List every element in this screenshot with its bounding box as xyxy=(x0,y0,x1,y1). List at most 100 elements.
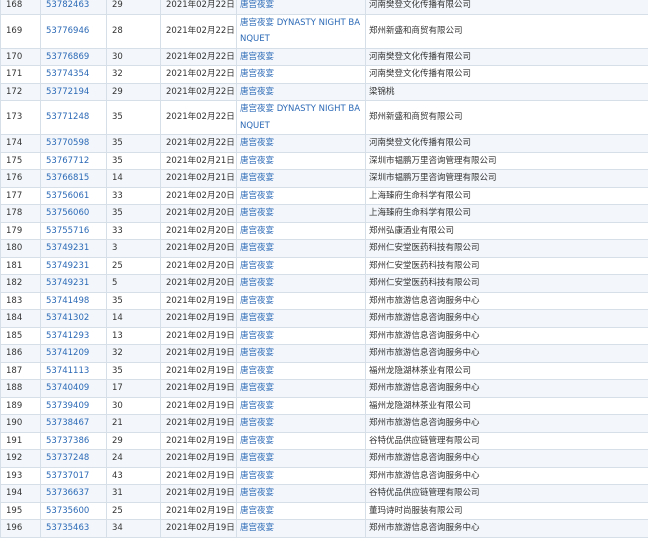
class-number: 32 xyxy=(106,344,161,363)
trademark-name-link[interactable]: 唐宫夜宴 xyxy=(236,221,366,240)
registration-number-link[interactable]: 53770598 xyxy=(40,134,107,153)
registration-number-link[interactable]: 53756061 xyxy=(40,186,107,205)
registration-number-link[interactable]: 53735463 xyxy=(40,519,107,538)
applicant-name: 河南樊登文化传播有限公司 xyxy=(365,134,648,153)
table-row: 182 53749231 5 2021年02月20日 唐宫夜宴 郑州仁安堂医药科技有限公司 xyxy=(0,274,648,293)
registration-number-link[interactable]: 53738467 xyxy=(40,414,107,433)
table-row: 191 53737386 29 2021年02月19日 唐宫夜宴 谷特优品供应链管理有限公… xyxy=(0,431,648,450)
table-row: 181 53749231 25 2021年02月20日 唐宫夜宴 郑州仁安堂医药科技有限公… xyxy=(0,256,648,275)
trademark-name-link[interactable]: 唐宫夜宴 xyxy=(236,0,366,15)
trademark-name-link[interactable]: 唐宫夜宴 xyxy=(236,326,366,345)
trademark-table: 168 53782463 29 2021年02月22日 唐宫夜宴 河南樊登文化传播有限公司… xyxy=(0,0,648,538)
registration-number-link[interactable]: 53741498 xyxy=(40,291,107,310)
table-row: 193 53737017 43 2021年02月19日 唐宫夜宴 郑州市旅游信息咨询服务中… xyxy=(0,466,648,485)
table-row: 186 53741209 32 2021年02月19日 唐宫夜宴 郑州市旅游信息咨询服务中… xyxy=(0,344,648,363)
trademark-name-link[interactable]: 唐宫夜宴 xyxy=(236,134,366,153)
trademark-name-link[interactable]: 唐宫夜宴 xyxy=(236,169,366,188)
class-number: 35 xyxy=(106,100,161,135)
trademark-name-link[interactable]: 唐宫夜宴 xyxy=(236,361,366,380)
registration-number-link[interactable]: 53755716 xyxy=(40,221,107,240)
registration-number-link[interactable]: 53741293 xyxy=(40,326,107,345)
class-number: 35 xyxy=(106,134,161,153)
applicant-name: 深圳市韫鹏万里咨询管理有限公司 xyxy=(365,169,648,188)
trademark-name-link[interactable]: 唐宫夜宴 xyxy=(236,519,366,538)
row-index: 174 xyxy=(0,134,41,153)
trademark-name-link[interactable]: 唐宫夜宴 xyxy=(236,82,366,101)
table-row: 195 53735600 25 2021年02月19日 唐宫夜宴 董玛诗时尚服装有限公司 xyxy=(0,501,648,520)
table-row: 185 53741293 13 2021年02月19日 唐宫夜宴 郑州市旅游信息咨询服务中… xyxy=(0,326,648,345)
application-date: 2021年02月20日 xyxy=(160,186,237,205)
registration-number-link[interactable]: 53766815 xyxy=(40,169,107,188)
registration-number-link[interactable]: 53771248 xyxy=(40,100,107,135)
registration-number-link[interactable]: 53776869 xyxy=(40,47,107,66)
trademark-name-link[interactable]: 唐宫夜宴 DYNASTY NIGHT BANQUET xyxy=(236,13,366,49)
registration-number-link[interactable]: 53749231 xyxy=(40,256,107,275)
class-number: 28 xyxy=(106,13,161,49)
registration-number-link[interactable]: 53737386 xyxy=(40,431,107,450)
registration-number-link[interactable]: 53756060 xyxy=(40,204,107,223)
registration-number-link[interactable]: 53774354 xyxy=(40,65,107,84)
trademark-name-link[interactable]: 唐宫夜宴 xyxy=(236,186,366,205)
class-number: 25 xyxy=(106,256,161,275)
trademark-name-link[interactable]: 唐宫夜宴 xyxy=(236,414,366,433)
application-date: 2021年02月19日 xyxy=(160,484,237,503)
class-number: 43 xyxy=(106,466,161,485)
row-index: 184 xyxy=(0,309,41,328)
application-date: 2021年02月22日 xyxy=(160,0,237,15)
registration-number-link[interactable]: 53739409 xyxy=(40,396,107,415)
registration-number-link[interactable]: 53772194 xyxy=(40,82,107,101)
row-index: 178 xyxy=(0,204,41,223)
trademark-name-link[interactable]: 唐宫夜宴 xyxy=(236,256,366,275)
row-index: 168 xyxy=(0,0,41,15)
application-date: 2021年02月22日 xyxy=(160,65,237,84)
application-date: 2021年02月22日 xyxy=(160,100,237,135)
registration-number-link[interactable]: 53737248 xyxy=(40,449,107,468)
trademark-name-link[interactable]: 唐宫夜宴 xyxy=(236,431,366,450)
class-number: 25 xyxy=(106,501,161,520)
registration-number-link[interactable]: 53749231 xyxy=(40,274,107,293)
registration-number-link[interactable]: 53749231 xyxy=(40,239,107,258)
trademark-name-link[interactable]: 唐宫夜宴 xyxy=(236,449,366,468)
table-row: 172 53772194 29 2021年02月22日 唐宫夜宴 梁锦桃 xyxy=(0,82,648,101)
trademark-name-link[interactable]: 唐宫夜宴 xyxy=(236,501,366,520)
trademark-name-link[interactable]: 唐宫夜宴 xyxy=(236,379,366,398)
applicant-name: 郑州新盛和商贸有限公司 xyxy=(365,100,648,135)
trademark-name-link[interactable]: 唐宫夜宴 xyxy=(236,344,366,363)
application-date: 2021年02月22日 xyxy=(160,13,237,49)
application-date: 2021年02月22日 xyxy=(160,47,237,66)
trademark-name-link[interactable]: 唐宫夜宴 xyxy=(236,274,366,293)
applicant-name: 福州龙隐湖林茶业有限公司 xyxy=(365,361,648,380)
row-index: 180 xyxy=(0,239,41,258)
trademark-name-link[interactable]: 唐宫夜宴 xyxy=(236,484,366,503)
registration-number-link[interactable]: 53741209 xyxy=(40,344,107,363)
registration-number-link[interactable]: 53737017 xyxy=(40,466,107,485)
registration-number-link[interactable]: 53782463 xyxy=(40,0,107,15)
registration-number-link[interactable]: 53740409 xyxy=(40,379,107,398)
trademark-name-link[interactable]: 唐宫夜宴 xyxy=(236,239,366,258)
trademark-name-link[interactable]: 唐宫夜宴 xyxy=(236,151,366,170)
registration-number-link[interactable]: 53735600 xyxy=(40,501,107,520)
class-number: 32 xyxy=(106,65,161,84)
trademark-name-link[interactable]: 唐宫夜宴 xyxy=(236,396,366,415)
trademark-name-link[interactable]: 唐宫夜宴 xyxy=(236,204,366,223)
trademark-name-link[interactable]: 唐宫夜宴 xyxy=(236,47,366,66)
applicant-name: 上海臻府生命科学有限公司 xyxy=(365,204,648,223)
class-number: 5 xyxy=(106,274,161,293)
application-date: 2021年02月20日 xyxy=(160,204,237,223)
trademark-name-link[interactable]: 唐宫夜宴 xyxy=(236,65,366,84)
applicant-name: 郑州市旅游信息咨询服务中心 xyxy=(365,449,648,468)
applicant-name: 郑州仁安堂医药科技有限公司 xyxy=(365,239,648,258)
row-index: 194 xyxy=(0,484,41,503)
class-number: 35 xyxy=(106,204,161,223)
trademark-name-link[interactable]: 唐宫夜宴 xyxy=(236,291,366,310)
registration-number-link[interactable]: 53767712 xyxy=(40,151,107,170)
row-index: 183 xyxy=(0,291,41,310)
trademark-name-link[interactable]: 唐宫夜宴 DYNASTY NIGHT BANQUET xyxy=(236,100,366,135)
trademark-name-link[interactable]: 唐宫夜宴 xyxy=(236,466,366,485)
registration-number-link[interactable]: 53776946 xyxy=(40,13,107,49)
registration-number-link[interactable]: 53741302 xyxy=(40,309,107,328)
applicant-name: 郑州新盛和商贸有限公司 xyxy=(365,13,648,49)
trademark-name-link[interactable]: 唐宫夜宴 xyxy=(236,309,366,328)
registration-number-link[interactable]: 53736637 xyxy=(40,484,107,503)
registration-number-link[interactable]: 53741113 xyxy=(40,361,107,380)
